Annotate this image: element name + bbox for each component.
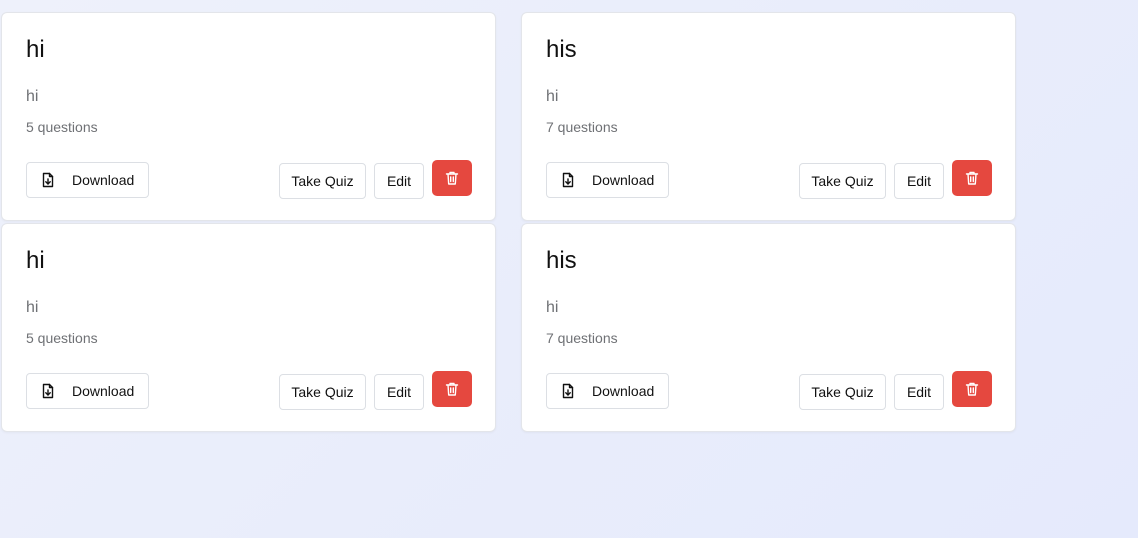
quiz-title: hi: [26, 36, 45, 63]
quiz-card: his hi 7 questions Download Take Quiz Ed…: [521, 12, 1016, 221]
quiz-title: his: [546, 36, 577, 63]
download-button[interactable]: Download: [26, 162, 149, 198]
trash-icon: [964, 381, 980, 397]
edit-button[interactable]: Edit: [894, 374, 944, 410]
trash-icon: [444, 381, 460, 397]
delete-button[interactable]: [432, 160, 472, 196]
edit-button[interactable]: Edit: [374, 163, 424, 199]
quiz-card: hi hi 5 questions Download Take Quiz Edi…: [1, 223, 496, 432]
quiz-description: hi: [546, 299, 559, 316]
question-count: 5 questions: [26, 119, 98, 135]
download-button[interactable]: Download: [26, 373, 149, 409]
question-count: 7 questions: [546, 330, 618, 346]
trash-icon: [444, 170, 460, 186]
download-button[interactable]: Download: [546, 162, 669, 198]
take-quiz-button[interactable]: Take Quiz: [799, 374, 886, 410]
question-count: 7 questions: [546, 119, 618, 135]
download-label: Download: [72, 172, 135, 188]
quiz-title: hi: [26, 247, 45, 274]
file-download-icon: [560, 383, 576, 399]
quiz-description: hi: [546, 88, 559, 105]
take-quiz-button[interactable]: Take Quiz: [279, 374, 366, 410]
quiz-grid: hi hi 5 questions Download Take Quiz Edi…: [1, 12, 1016, 432]
trash-icon: [964, 170, 980, 186]
take-quiz-button[interactable]: Take Quiz: [279, 163, 366, 199]
quiz-description: hi: [26, 299, 39, 316]
file-download-icon: [40, 172, 56, 188]
quiz-title: his: [546, 247, 577, 274]
quiz-card: his hi 7 questions Download Take Quiz Ed…: [521, 223, 1016, 432]
quiz-description: hi: [26, 88, 39, 105]
edit-button[interactable]: Edit: [374, 374, 424, 410]
delete-button[interactable]: [952, 160, 992, 196]
question-count: 5 questions: [26, 330, 98, 346]
download-label: Download: [592, 172, 655, 188]
file-download-icon: [40, 383, 56, 399]
delete-button[interactable]: [952, 371, 992, 407]
download-button[interactable]: Download: [546, 373, 669, 409]
quiz-card: hi hi 5 questions Download Take Quiz Edi…: [1, 12, 496, 221]
edit-button[interactable]: Edit: [894, 163, 944, 199]
file-download-icon: [560, 172, 576, 188]
delete-button[interactable]: [432, 371, 472, 407]
download-label: Download: [72, 383, 135, 399]
download-label: Download: [592, 383, 655, 399]
take-quiz-button[interactable]: Take Quiz: [799, 163, 886, 199]
